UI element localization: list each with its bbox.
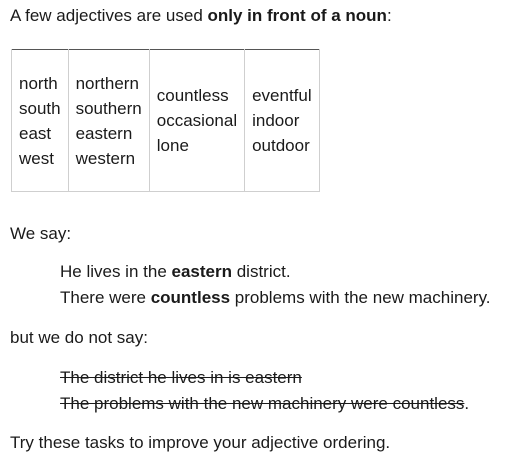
table-word: western	[75, 148, 136, 168]
example-text: There were	[60, 288, 151, 307]
example-keyword: countless	[150, 288, 231, 307]
adjective-table-wrapper: north south east west northern southern …	[11, 49, 320, 192]
table-cell-compass-adjectives: northern southern eastern western	[67, 49, 150, 192]
intro-emphasis: only in front of a noun	[207, 6, 387, 25]
table-word: southern	[75, 98, 142, 118]
table-cell-misc: eventful indoor outdoor	[244, 49, 320, 192]
intro-text: A few adjectives are used only in front …	[10, 3, 392, 29]
table-word: north	[19, 73, 58, 93]
table-cell-compass: north south east west	[11, 49, 69, 192]
example-sentence: There were countless problems with the n…	[60, 285, 491, 311]
closing-text: Try these tasks to improve your adjectiv…	[10, 433, 391, 452]
table-cell-quantity: countless occasional lone	[148, 49, 246, 192]
example-text: problems with the new machinery.	[230, 288, 491, 307]
intro-suffix: :	[386, 6, 392, 25]
table-word: countless	[156, 86, 229, 105]
intro-prefix: A few adjectives are used	[10, 6, 208, 25]
correct-examples: He lives in the eastern district. There …	[60, 259, 491, 311]
table-word: indoor	[252, 111, 300, 130]
table-word: south	[19, 98, 61, 118]
table-word: outdoor	[252, 136, 310, 155]
but-not-label: but we do not say:	[10, 328, 148, 347]
table-row: north south east west northern southern …	[11, 49, 320, 192]
incorrect-sentence: The problems with the new machinery were…	[60, 391, 469, 417]
table-word: west	[19, 148, 54, 168]
example-sentence: He lives in the eastern district.	[60, 259, 491, 285]
table-word: lone	[156, 136, 189, 155]
struck-text: The problems with the new machinery were…	[60, 394, 465, 413]
adjective-table: north south east west northern southern …	[11, 49, 320, 192]
incorrect-examples: The district he lives in is eastern The …	[60, 365, 469, 417]
table-word: northern	[75, 73, 139, 93]
table-word: east	[19, 123, 52, 143]
example-text: district.	[231, 262, 291, 281]
trailing-text: .	[464, 394, 470, 413]
table-word: occasional	[156, 111, 238, 130]
incorrect-sentence: The district he lives in is eastern	[60, 365, 469, 391]
example-keyword: eastern	[171, 262, 232, 281]
table-word: eventful	[252, 86, 312, 105]
table-word: eastern	[75, 123, 133, 143]
example-text: He lives in the	[60, 262, 172, 281]
struck-text: The district he lives in is eastern	[60, 368, 302, 387]
we-say-label: We say:	[10, 224, 72, 243]
